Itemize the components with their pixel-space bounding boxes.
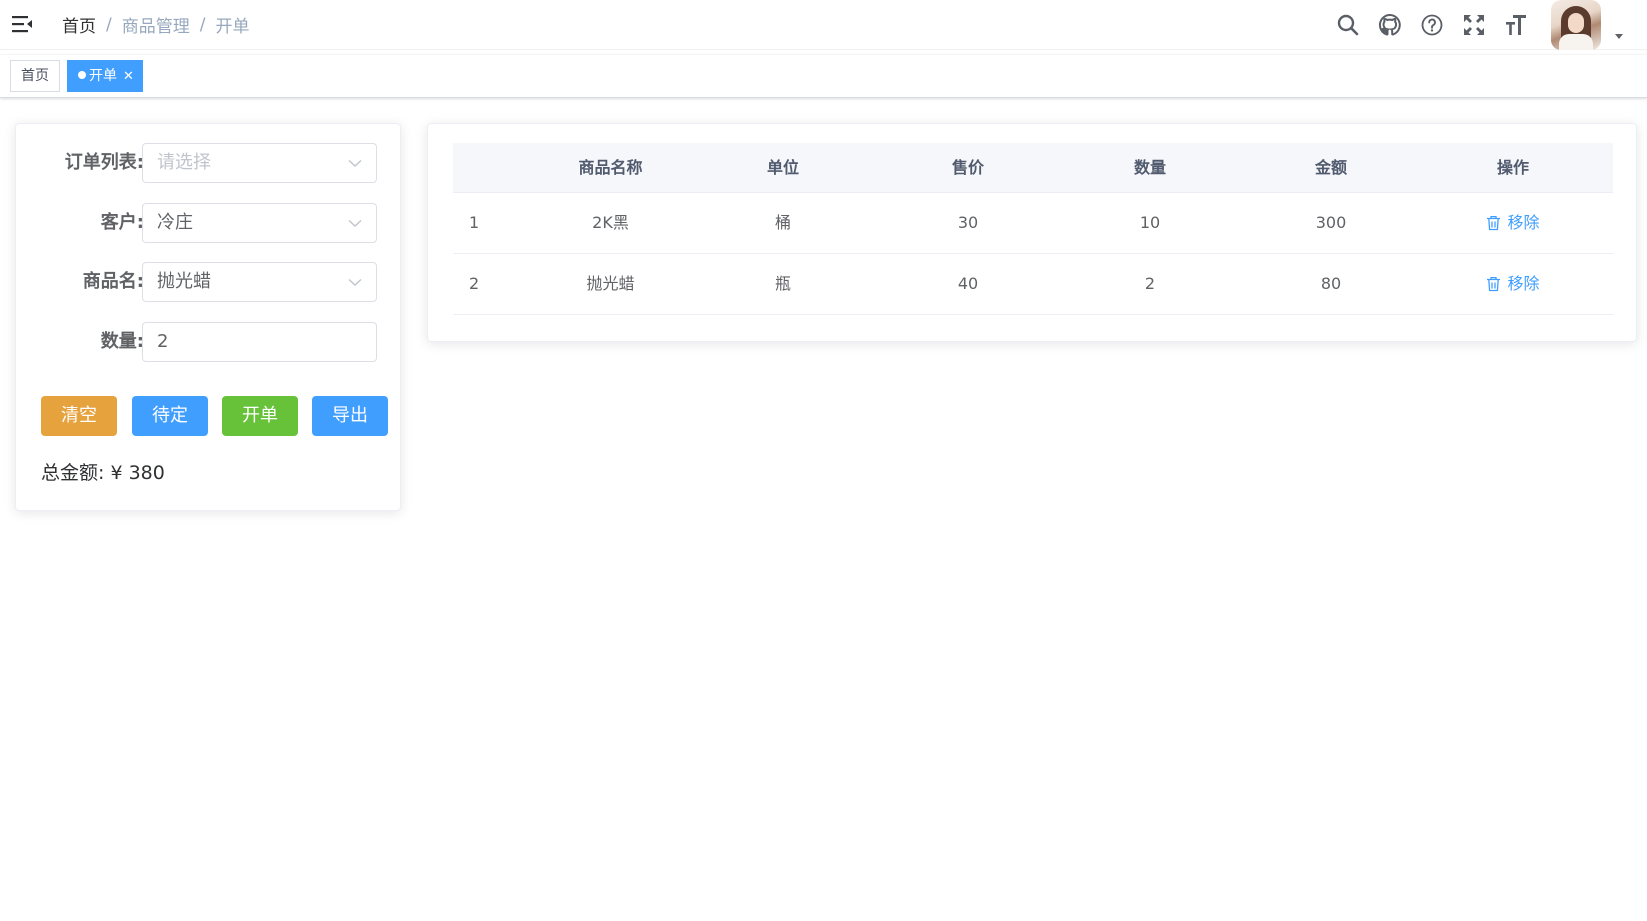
product-select[interactable]: 抛光蜡 (142, 262, 377, 302)
help-icon[interactable] (1411, 0, 1453, 50)
column-header-actions: 操作 (1496, 158, 1529, 177)
product-row: 商品名: 抛光蜡 (16, 262, 402, 302)
chevron-down-icon (348, 278, 362, 286)
order-items-card: 商品名称 单位 售价 数量 金额 操作 1 2K黑 桶 30 10 300 移除… (427, 123, 1637, 342)
font-size-icon[interactable] (1495, 0, 1537, 50)
table-row: 1 2K黑 桶 30 10 300 移除 (453, 193, 1613, 254)
actions-cell: 移除 (1438, 193, 1588, 254)
remove-label: 移除 (1507, 213, 1540, 232)
product-name-cell: 抛光蜡 (586, 274, 635, 293)
column-header-name: 商品名称 (578, 158, 643, 177)
amount-cell: 80 (1320, 274, 1342, 293)
hold-button[interactable]: 待定 (132, 396, 208, 436)
breadcrumb-separator: / (106, 14, 112, 35)
quantity-cell: 10 (1139, 213, 1161, 232)
caret-down-icon (1615, 34, 1623, 39)
open-order-button[interactable]: 开单 (222, 396, 298, 436)
quantity-cell: 2 (1144, 274, 1156, 293)
column-header-amount: 金额 (1314, 158, 1347, 177)
breadcrumb: 首页 / 商品管理 / 开单 (62, 12, 250, 38)
column-header-unit: 单位 (766, 158, 799, 177)
chevron-down-icon (348, 219, 362, 227)
order-form-card: 订单列表: 请选择 客户: 冷庄 商品名: 抛光蜡 数量: 2 清空 待定 开单… (15, 123, 401, 511)
search-icon[interactable] (1327, 0, 1369, 50)
customer-select[interactable]: 冷庄 (142, 203, 377, 243)
order-list-select[interactable]: 请选择 (142, 143, 377, 183)
chevron-down-icon (348, 159, 362, 167)
customer-label: 客户: (100, 212, 144, 233)
actions-cell: 移除 (1438, 254, 1588, 315)
fullscreen-icon[interactable] (1453, 0, 1495, 50)
quantity-label: 数量: (100, 331, 144, 352)
total-amount: 总金额: ¥ 380 (41, 462, 165, 484)
right-menu (1327, 0, 1647, 50)
unit-cell: 瓶 (774, 274, 791, 293)
tag-home[interactable]: 首页 (10, 60, 60, 92)
table-row: 2 抛光蜡 瓶 40 2 80 移除 (453, 254, 1613, 315)
breadcrumb-open-order: 开单 (215, 17, 250, 37)
order-list-row: 订单列表: 请选择 (16, 143, 402, 183)
amount-cell: 300 (1315, 213, 1347, 232)
clear-button[interactable]: 清空 (41, 396, 117, 436)
active-dot-icon (78, 71, 86, 79)
close-icon[interactable]: ✕ (123, 62, 134, 92)
column-header-index (453, 143, 493, 193)
order-items-table: 商品名称 单位 售价 数量 金额 操作 1 2K黑 桶 30 10 300 移除… (453, 143, 1613, 315)
order-list-label: 订单列表: (64, 152, 144, 173)
tags-view: 首页 开单 ✕ (0, 55, 1647, 98)
user-avatar-dropdown[interactable] (1551, 0, 1623, 50)
avatar (1551, 0, 1601, 50)
customer-row: 客户: 冷庄 (16, 203, 402, 243)
hamburger-icon[interactable] (10, 12, 34, 36)
customer-value: 冷庄 (157, 212, 193, 233)
breadcrumb-separator: / (199, 14, 206, 35)
export-button[interactable]: 导出 (312, 396, 388, 436)
tag-home-label: 首页 (21, 68, 49, 84)
product-name-cell: 2K黑 (592, 213, 629, 232)
tag-open-order-label: 开单 (89, 68, 117, 84)
unit-cell: 桶 (774, 213, 791, 232)
price-cell: 40 (957, 274, 979, 293)
breadcrumb-home[interactable]: 首页 (62, 12, 96, 37)
trash-icon (1487, 215, 1501, 231)
price-cell: 30 (957, 213, 979, 232)
product-value: 抛光蜡 (157, 271, 211, 292)
row-index: 2 (469, 274, 480, 293)
breadcrumb-product-management: 商品管理 (121, 17, 190, 37)
trash-icon (1487, 276, 1501, 292)
navbar: 首页 / 商品管理 / 开单 (0, 0, 1647, 50)
quantity-row: 数量: 2 (16, 322, 402, 362)
row-index: 1 (469, 213, 480, 232)
column-header-price: 售价 (951, 158, 984, 177)
remove-label: 移除 (1507, 274, 1540, 293)
order-list-placeholder: 请选择 (157, 152, 211, 173)
quantity-input[interactable]: 2 (142, 322, 377, 362)
column-header-quantity: 数量 (1133, 158, 1166, 177)
remove-button[interactable]: 移除 (1486, 254, 1540, 314)
quantity-value: 2 (157, 331, 169, 352)
product-label: 商品名: (82, 271, 144, 292)
github-icon[interactable] (1369, 0, 1411, 50)
remove-button[interactable]: 移除 (1486, 193, 1540, 253)
tag-open-order[interactable]: 开单 ✕ (67, 60, 143, 92)
table-header: 商品名称 单位 售价 数量 金额 操作 (453, 143, 1613, 193)
